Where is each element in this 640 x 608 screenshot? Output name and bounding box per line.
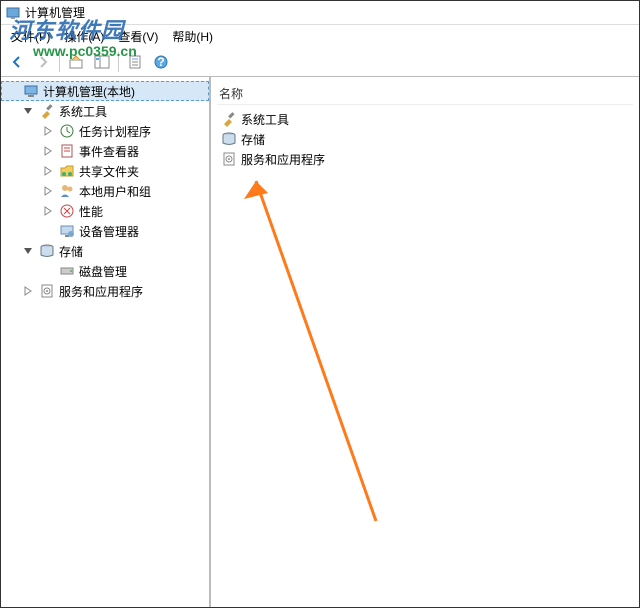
list-item-storage[interactable]: 存储 [217,129,633,149]
svg-text:?: ? [157,55,164,69]
tree-storage[interactable]: 存储 [1,241,209,261]
tree-task-scheduler[interactable]: 任务计划程序 [1,121,209,141]
menu-view[interactable]: 查看(V) [112,26,164,47]
expander-closed-icon[interactable] [41,204,55,218]
tools-icon [221,111,237,127]
menu-file[interactable]: 文件(F) [5,26,56,47]
device-manager-icon [59,223,75,239]
menu-help[interactable]: 帮助(H) [166,26,219,47]
tree-pane[interactable]: 计算机管理(本地) 系统工具 任务计划程序 事件查看器 共享文件夹 本地用户和组 [1,77,211,607]
expander-open-icon[interactable] [21,244,35,258]
show-hide-tree-button[interactable] [90,50,114,74]
expander-icon[interactable] [5,84,19,98]
tree-label: 共享文件夹 [79,163,139,180]
tree-local-users[interactable]: 本地用户和组 [1,181,209,201]
shared-folder-icon [59,163,75,179]
menu-bar: 文件(F) 操作(A) 查看(V) 帮助(H) [1,25,639,47]
event-log-icon [59,143,75,159]
list-label: 存储 [241,131,265,148]
storage-icon [221,131,237,147]
list-item-services-apps[interactable]: 服务和应用程序 [217,149,633,169]
tree-performance[interactable]: 性能 [1,201,209,221]
up-button[interactable] [64,50,88,74]
tree-label: 存储 [59,243,83,260]
forward-button[interactable] [31,50,55,74]
list-label: 系统工具 [241,111,289,128]
tree-label: 性能 [79,203,103,220]
tree-disk-management[interactable]: 磁盘管理 [1,261,209,281]
performance-icon [59,203,75,219]
expander-closed-icon[interactable] [21,284,35,298]
tree-label: 任务计划程序 [79,123,151,140]
content-area: 计算机管理(本地) 系统工具 任务计划程序 事件查看器 共享文件夹 本地用户和组 [1,77,639,607]
services-icon [39,283,55,299]
properties-button[interactable] [123,50,147,74]
tree-label: 本地用户和组 [79,183,151,200]
tree-label: 事件查看器 [79,143,139,160]
tree-shared-folders[interactable]: 共享文件夹 [1,161,209,181]
empty-expander [41,264,55,278]
storage-icon [39,243,55,259]
tree-label: 磁盘管理 [79,263,127,280]
main-pane[interactable]: 名称 系统工具 存储 服务和应用程序 [211,77,639,607]
clock-icon [59,123,75,139]
expander-open-icon[interactable] [21,104,35,118]
title-bar: 计算机管理 [1,1,639,25]
tree-label: 设备管理器 [79,223,139,240]
empty-expander [41,224,55,238]
tree-root[interactable]: 计算机管理(本地) [1,81,209,101]
expander-closed-icon[interactable] [41,124,55,138]
back-button[interactable] [5,50,29,74]
tree-services-apps[interactable]: 服务和应用程序 [1,281,209,301]
tree-label: 系统工具 [59,103,107,120]
disk-icon [59,263,75,279]
app-icon [5,5,21,21]
tree-device-manager[interactable]: 设备管理器 [1,221,209,241]
expander-closed-icon[interactable] [41,144,55,158]
tree-event-viewer[interactable]: 事件查看器 [1,141,209,161]
users-icon [59,183,75,199]
menu-action[interactable]: 操作(A) [58,26,110,47]
tree-label: 服务和应用程序 [59,283,143,300]
column-header-name[interactable]: 名称 [217,81,633,105]
help-button[interactable]: ? [149,50,173,74]
toolbar: ? [1,47,639,77]
tree-label: 计算机管理(本地) [43,83,135,100]
tree-system-tools[interactable]: 系统工具 [1,101,209,121]
toolbar-separator [59,52,60,72]
services-icon [221,151,237,167]
app-title: 计算机管理 [25,4,85,21]
list-item-system-tools[interactable]: 系统工具 [217,109,633,129]
expander-closed-icon[interactable] [41,164,55,178]
toolbar-separator [118,52,119,72]
tools-icon [39,103,55,119]
computer-icon [23,83,39,99]
expander-closed-icon[interactable] [41,184,55,198]
list-label: 服务和应用程序 [241,151,325,168]
